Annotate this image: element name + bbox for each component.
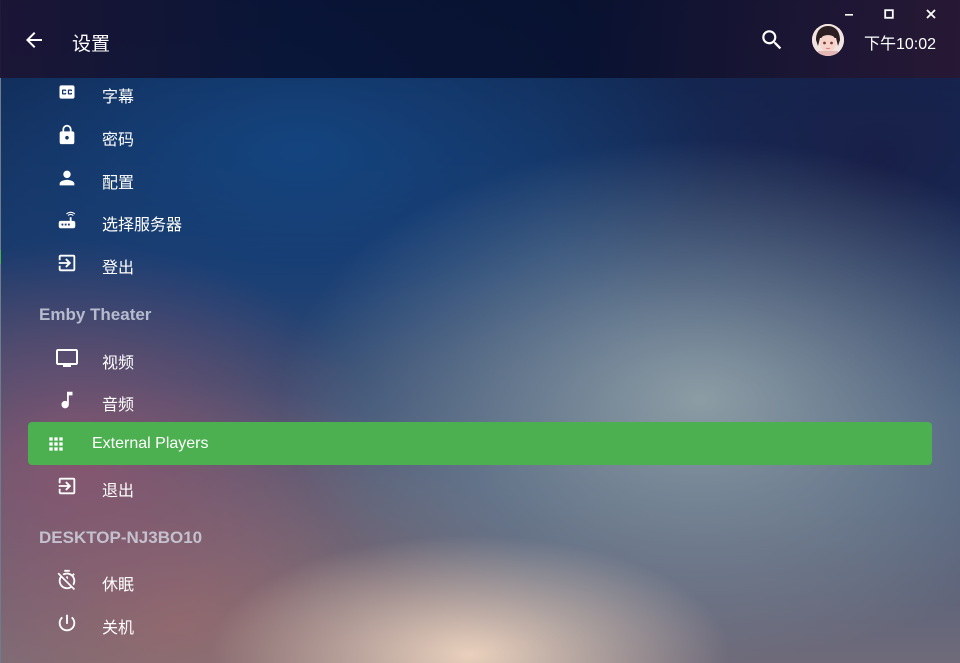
menu-item-subtitles[interactable]: 字幕	[0, 72, 940, 112]
maximize-icon	[884, 9, 894, 19]
minimize-icon	[845, 14, 853, 16]
grid-icon	[44, 432, 68, 456]
menu-item-password[interactable]: 密码	[0, 115, 940, 155]
router-icon	[55, 208, 79, 232]
music-note-icon	[55, 388, 79, 412]
search-icon	[762, 30, 782, 50]
menu-item-sleep[interactable]: 休眠	[0, 560, 940, 600]
close-icon	[926, 9, 936, 19]
menu-item-sign-out[interactable]: 登出	[0, 243, 940, 283]
menu-item-external-players[interactable]: External Players	[28, 422, 932, 465]
menu-item-label: 视频	[102, 355, 135, 372]
menu-item-label: 关机	[102, 620, 135, 637]
menu-item-exit[interactable]: 退出	[0, 466, 940, 506]
search-button[interactable]	[756, 24, 788, 56]
back-button[interactable]	[18, 24, 50, 56]
user-avatar[interactable]	[812, 24, 844, 56]
menu-item-profile[interactable]: 配置	[0, 158, 940, 198]
avatar-image-icon	[812, 24, 844, 56]
exit-icon	[55, 251, 79, 275]
menu-item-video[interactable]: 视频	[0, 338, 940, 378]
app-header: 设置 下午10:02	[0, 0, 960, 78]
menu-item-label: 配置	[102, 175, 135, 192]
section-heading-app: Emby Theater	[39, 305, 152, 324]
menu-item-audio[interactable]: 音频	[0, 380, 940, 420]
menu-item-label: 退出	[102, 483, 135, 500]
menu-item-label: 字幕	[102, 89, 135, 106]
exit-icon	[55, 474, 79, 498]
menu-item-label: 密码	[102, 132, 135, 149]
person-icon	[55, 166, 79, 190]
power-icon	[55, 611, 79, 635]
timer-off-icon	[55, 568, 79, 592]
maximize-button[interactable]	[878, 4, 900, 24]
menu-item-label: External Players	[92, 435, 209, 452]
menu-item-label: 选择服务器	[102, 217, 183, 234]
page-title: 设置	[72, 34, 111, 55]
menu-item-shutdown[interactable]: 关机	[0, 603, 940, 643]
lock-icon	[55, 123, 79, 147]
clock: 下午10:02	[864, 36, 937, 53]
minimize-button[interactable]	[838, 4, 860, 24]
menu-item-label: 音频	[102, 397, 135, 414]
close-button[interactable]	[920, 4, 942, 24]
monitor-icon	[55, 346, 79, 370]
closed-caption-icon	[55, 80, 79, 104]
menu-item-select-server[interactable]: 选择服务器	[0, 200, 940, 240]
menu-item-label: 休眠	[102, 577, 135, 594]
section-heading-device: DESKTOP-NJ3BO10	[39, 528, 203, 547]
menu-item-label: 登出	[102, 260, 135, 277]
arrow-left-icon	[26, 32, 42, 48]
